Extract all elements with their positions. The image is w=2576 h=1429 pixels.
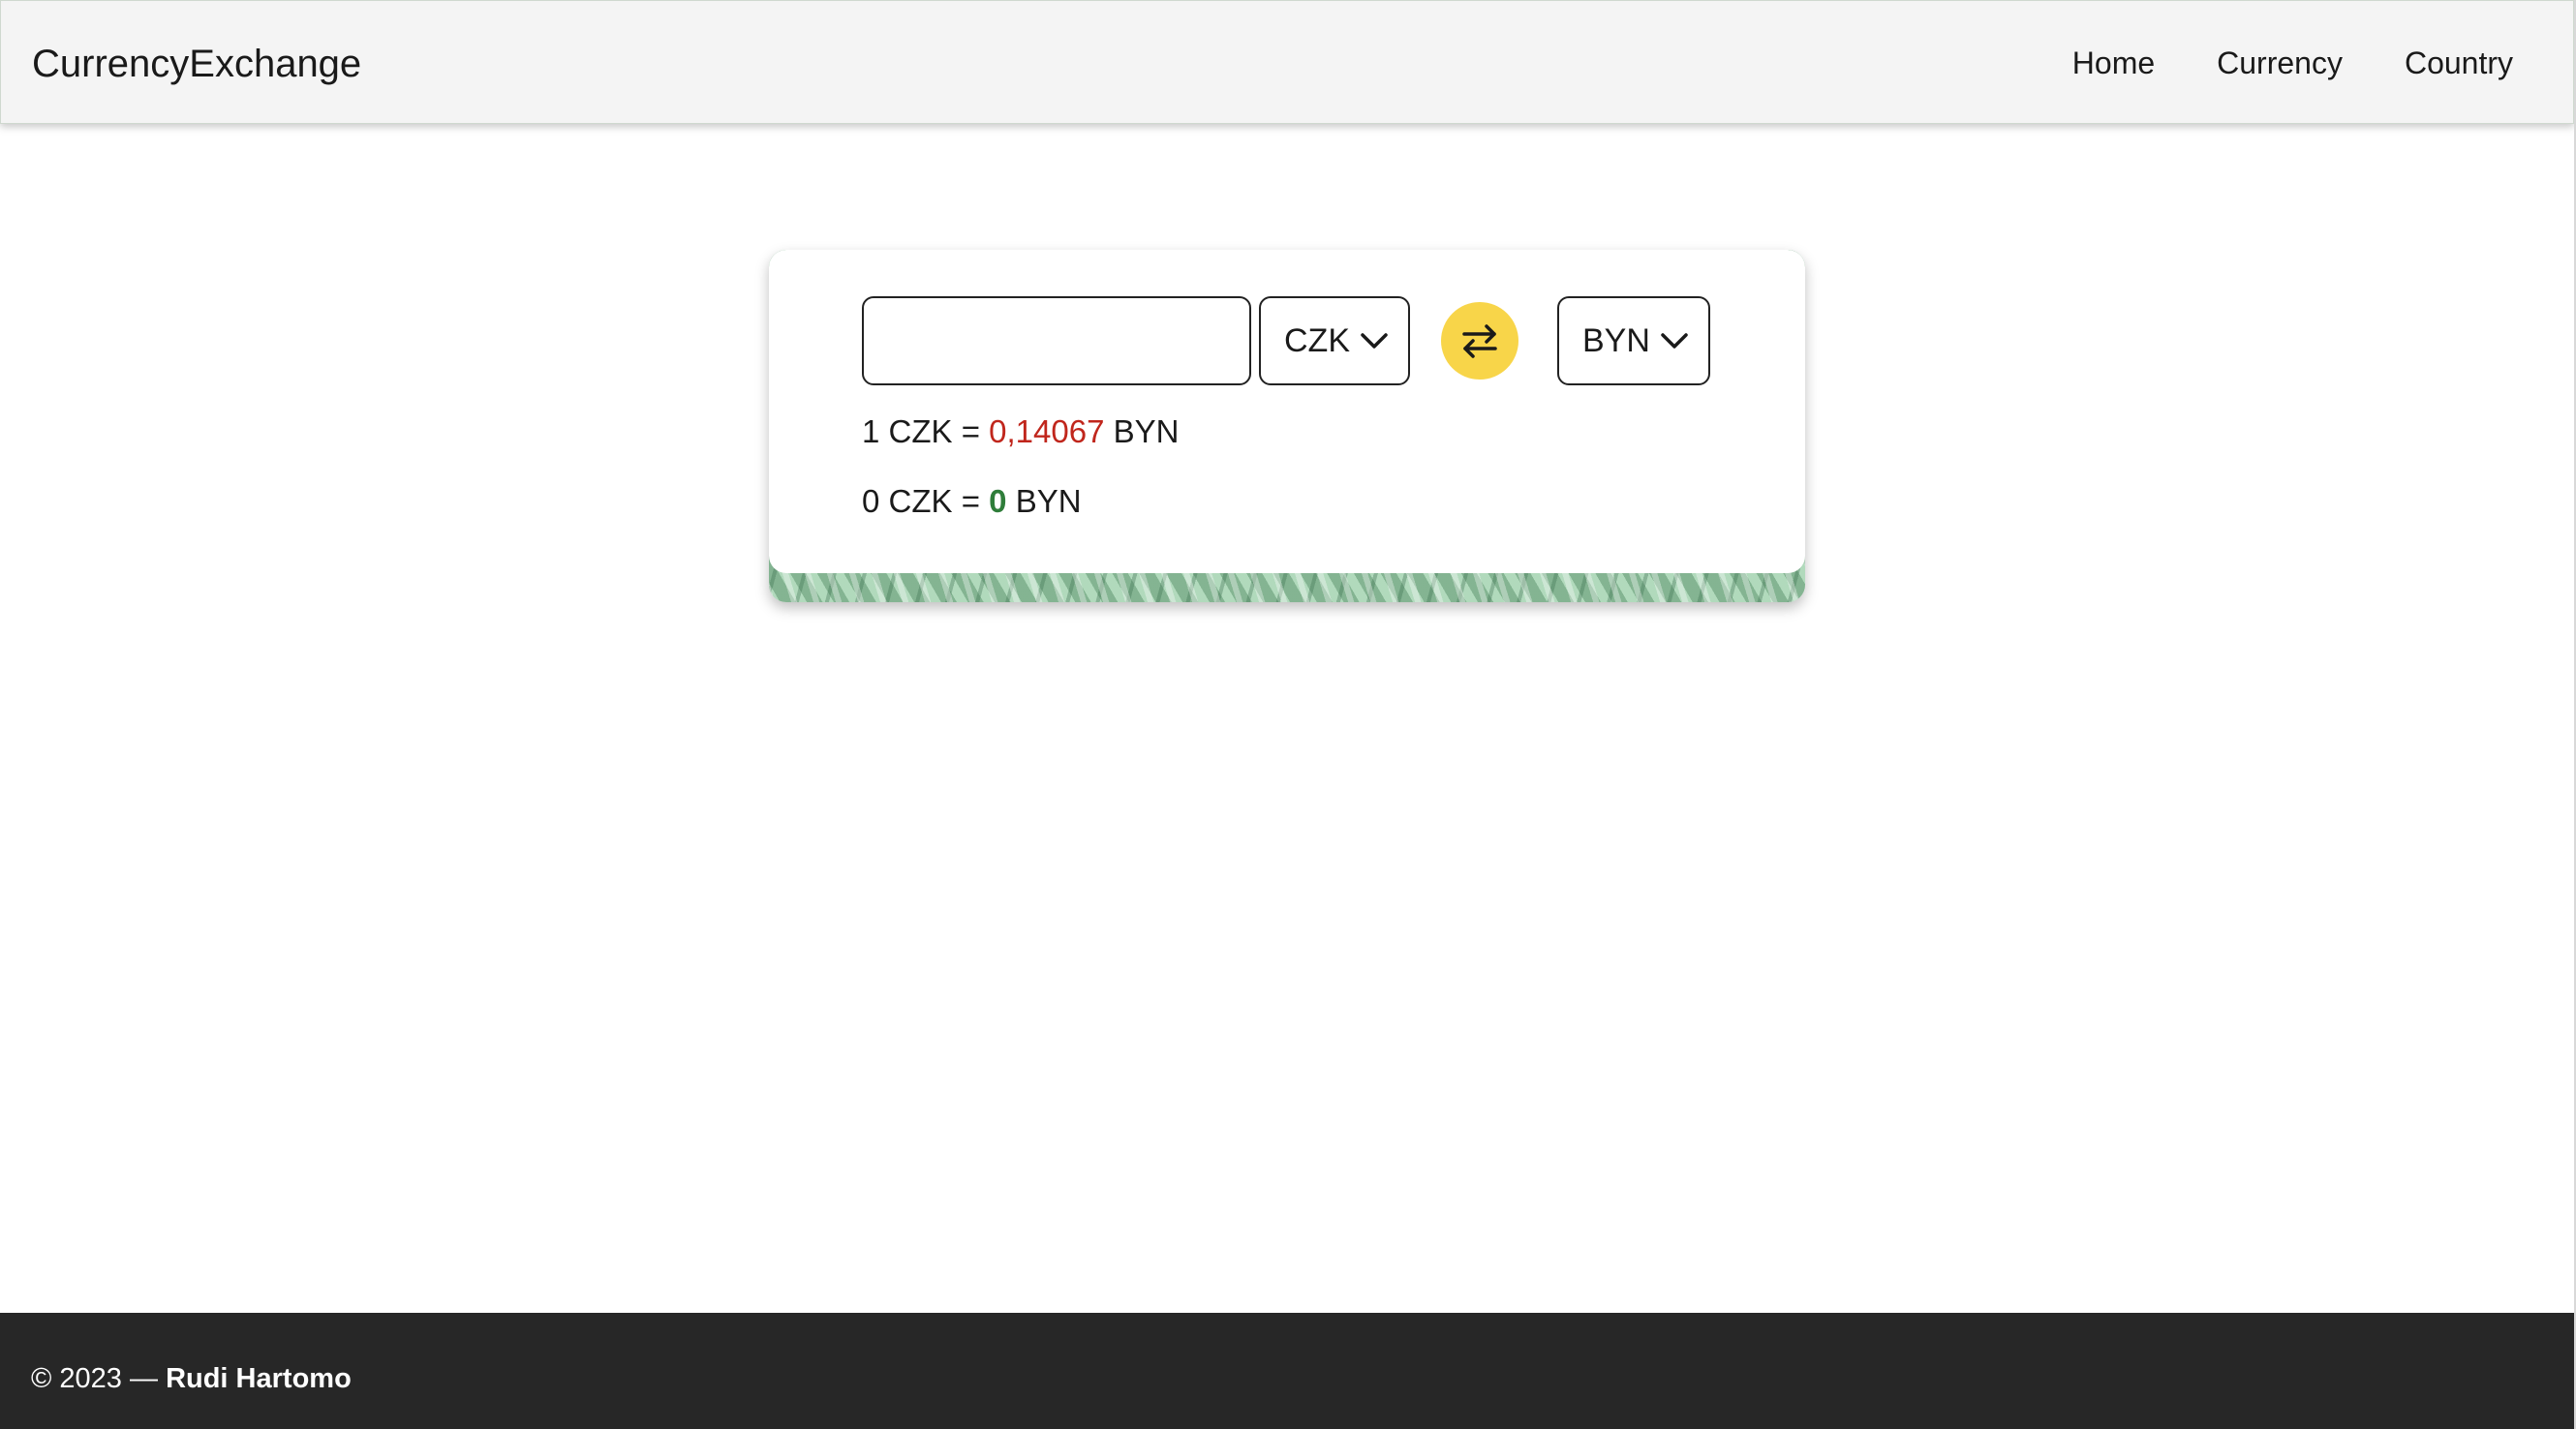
from-currency-value: CZK — [1284, 321, 1350, 359]
swap-currencies-button[interactable] — [1441, 302, 1518, 380]
result-to-code: BYN — [1015, 483, 1082, 519]
nav-link-currency[interactable]: Currency — [2217, 44, 2343, 82]
footer-copyright: © 2023 — — [31, 1363, 158, 1394]
nav-link-country[interactable]: Country — [2405, 44, 2513, 82]
chevron-down-icon — [1661, 333, 1688, 349]
swap-arrows-icon — [1462, 324, 1497, 358]
result-from-code: CZK — [888, 483, 953, 519]
rate-equals: = — [961, 413, 980, 449]
from-currency-select[interactable]: CZK — [1259, 296, 1410, 385]
footer-text: © 2023 — Rudi Hartomo — [31, 1361, 352, 1396]
rate-value: 0,14067 — [989, 413, 1105, 449]
page-footer: © 2023 — Rudi Hartomo — [0, 1313, 2574, 1429]
converter-card: CZK BYN 1 CZK = 0,14067 BYN 0 CZK = 0 BY… — [769, 250, 1805, 602]
result-value: 0 — [989, 483, 1007, 519]
brand-logo-link[interactable]: CurrencyExchange — [32, 40, 361, 88]
result-amount: 0 — [862, 483, 880, 519]
conversion-result-text: 0 CZK = 0 BYN — [862, 482, 1082, 521]
chevron-down-icon — [1361, 333, 1388, 349]
footer-author: Rudi Hartomo — [166, 1363, 352, 1394]
rate-amount: 1 — [862, 413, 880, 449]
nav-link-home[interactable]: Home — [2072, 44, 2155, 82]
to-currency-select[interactable]: BYN — [1557, 296, 1710, 385]
amount-input[interactable] — [862, 296, 1251, 385]
converter-card-body: CZK BYN 1 CZK = 0,14067 BYN 0 CZK = 0 BY… — [769, 250, 1805, 573]
nav-links: Home Currency Country — [2072, 44, 2513, 82]
rate-from-code: CZK — [888, 413, 953, 449]
result-equals: = — [961, 483, 980, 519]
top-navbar: CurrencyExchange Home Currency Country — [0, 0, 2574, 124]
exchange-rate-text: 1 CZK = 0,14067 BYN — [862, 412, 1179, 451]
rate-to-code: BYN — [1113, 413, 1180, 449]
to-currency-value: BYN — [1582, 321, 1650, 359]
